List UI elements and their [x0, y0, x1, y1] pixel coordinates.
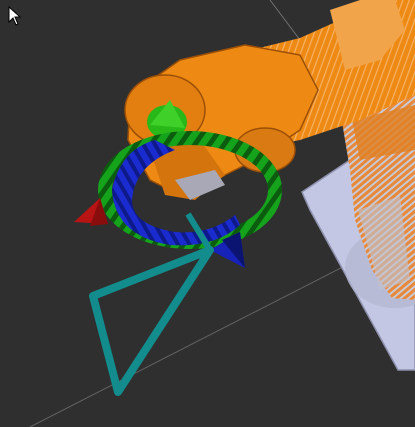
- 3d-viewport[interactable]: [0, 0, 415, 427]
- scene-canvas[interactable]: [0, 0, 415, 427]
